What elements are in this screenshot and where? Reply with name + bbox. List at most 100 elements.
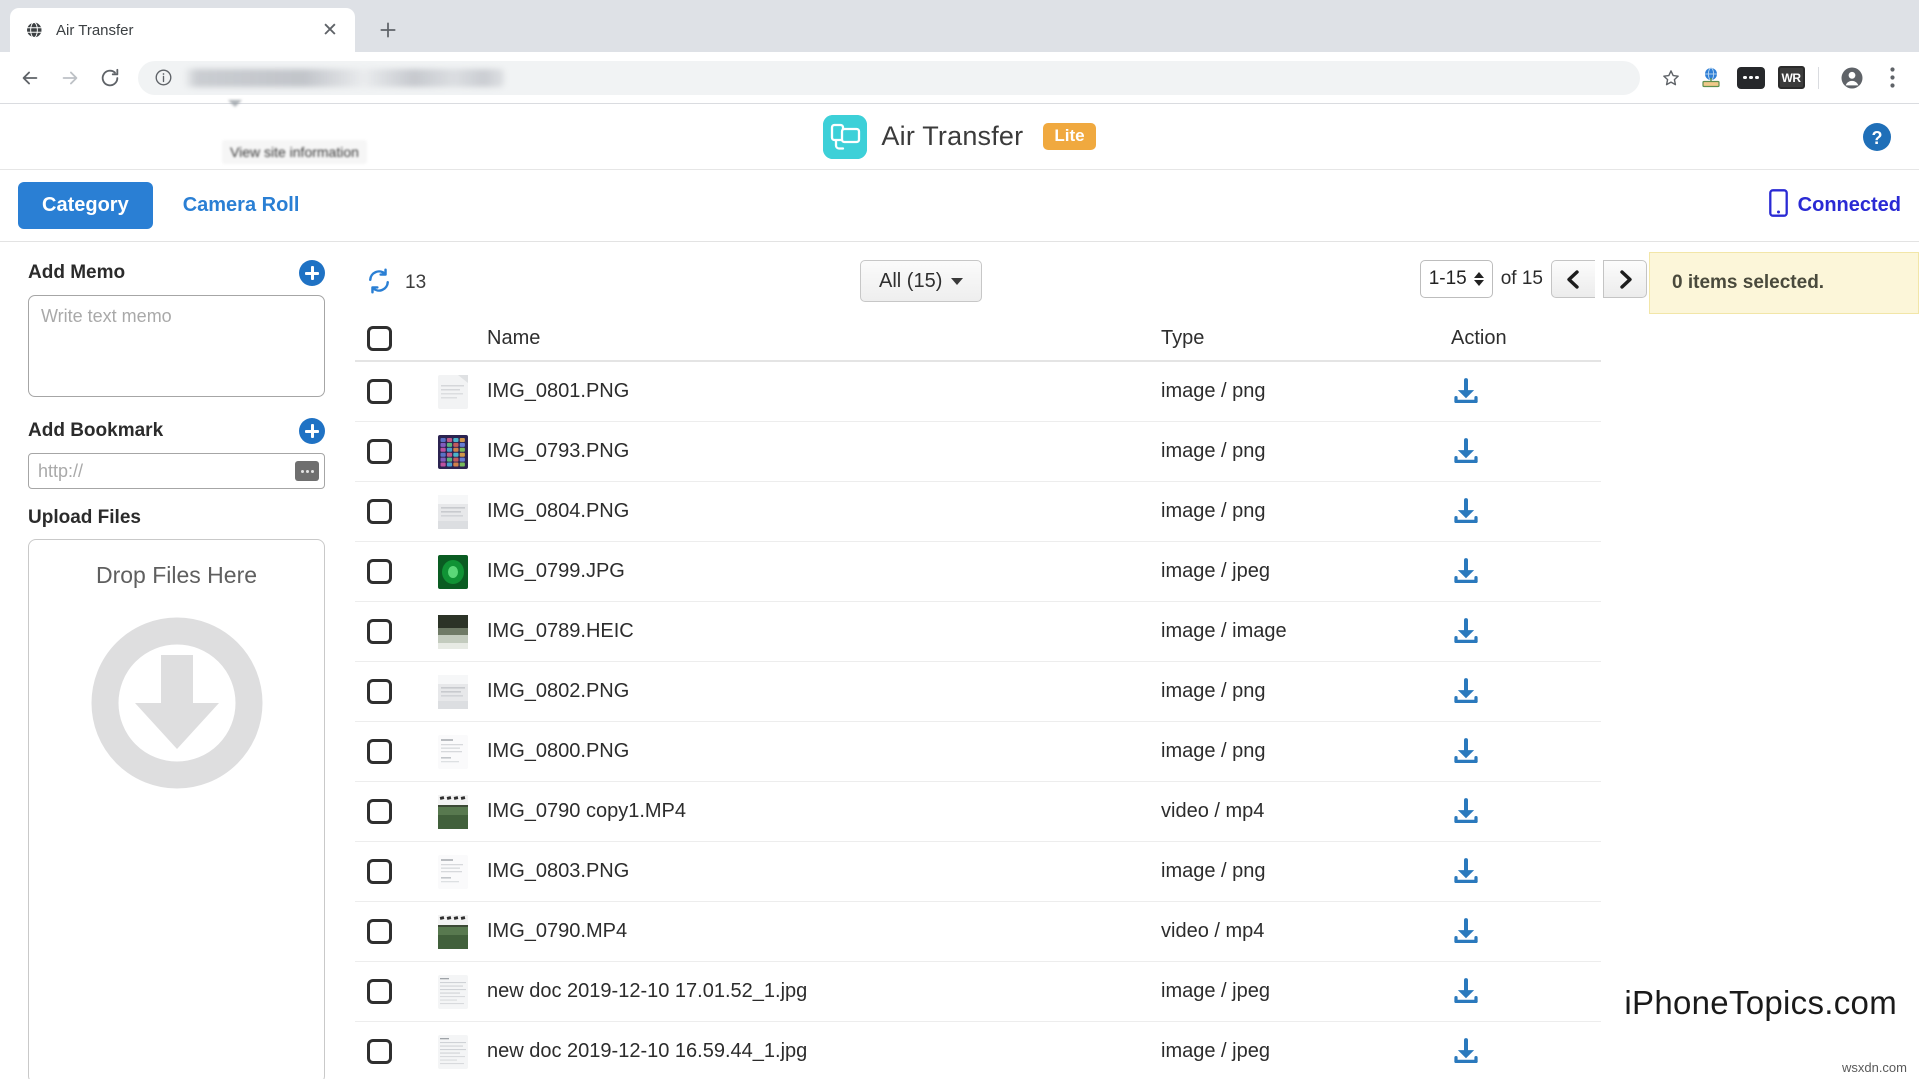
browser-tab[interactable]: Air Transfer ✕ <box>10 8 355 52</box>
add-memo-plus-icon[interactable] <box>299 260 325 286</box>
three-dot-menu-icon[interactable] <box>1875 61 1909 95</box>
download-icon[interactable] <box>1451 617 1601 647</box>
download-icon[interactable] <box>1451 557 1601 587</box>
file-name: IMG_0801.PNG <box>487 380 1161 403</box>
new-tab-button[interactable] <box>371 13 405 47</box>
globe-icon <box>24 20 44 40</box>
row-checkbox[interactable] <box>367 919 392 944</box>
address-bar[interactable] <box>138 61 1640 95</box>
table-row[interactable]: IMG_0790 copy1.MP4 video / mp4 <box>355 782 1601 842</box>
row-select-cell <box>355 799 419 824</box>
table-row[interactable]: IMG_0801.PNG image / png <box>355 362 1601 422</box>
table-row[interactable]: IMG_0803.PNG image / png <box>355 842 1601 902</box>
forward-arrow-icon[interactable] <box>50 58 90 98</box>
file-thumbnail <box>419 615 487 649</box>
air-transfer-logo-icon <box>823 115 867 159</box>
page-range-select[interactable]: 1-15 <box>1420 260 1493 298</box>
table-row[interactable]: new doc 2019-12-10 16.59.44_1.jpg image … <box>355 1022 1601 1079</box>
stepper-icon <box>1474 272 1484 286</box>
wr-extension-label: WR <box>1778 66 1805 89</box>
row-checkbox[interactable] <box>367 979 392 1004</box>
file-name: IMG_0800.PNG <box>487 740 1161 763</box>
file-name: IMG_0790.MP4 <box>487 920 1161 943</box>
row-checkbox[interactable] <box>367 739 392 764</box>
app-title: Air Transfer <box>881 121 1023 152</box>
add-bookmark-plus-icon[interactable] <box>299 418 325 444</box>
row-checkbox[interactable] <box>367 559 392 584</box>
table-row[interactable]: IMG_0800.PNG image / png <box>355 722 1601 782</box>
row-checkbox[interactable] <box>367 679 392 704</box>
refresh-icon[interactable] <box>365 267 393 300</box>
filter-dropdown-label: All (15) <box>879 270 942 293</box>
account-avatar-icon[interactable] <box>1835 61 1869 95</box>
table-row[interactable]: IMG_0804.PNG image / png <box>355 482 1601 542</box>
download-cell <box>1451 917 1601 947</box>
table-row[interactable]: IMG_0790.MP4 video / mp4 <box>355 902 1601 962</box>
blue-extension-icon[interactable] <box>1694 61 1728 95</box>
download-icon[interactable] <box>1451 377 1601 407</box>
connection-label: Connected <box>1798 194 1901 217</box>
row-checkbox[interactable] <box>367 1039 392 1064</box>
drop-files-label: Drop Files Here <box>96 562 257 589</box>
select-all-checkbox[interactable] <box>367 326 392 351</box>
next-page-button[interactable] <box>1603 260 1647 298</box>
add-memo-label: Add Memo <box>28 262 125 284</box>
download-icon[interactable] <box>1451 917 1601 947</box>
file-type: image / png <box>1161 440 1451 463</box>
file-thumbnail <box>419 915 487 949</box>
row-checkbox[interactable] <box>367 439 392 464</box>
file-thumbnail <box>419 1035 487 1069</box>
download-icon[interactable] <box>1451 1037 1601 1067</box>
download-icon[interactable] <box>1451 737 1601 767</box>
download-icon[interactable] <box>1451 677 1601 707</box>
wr-extension-icon[interactable]: WR <box>1774 61 1808 95</box>
reload-icon[interactable] <box>90 58 130 98</box>
download-icon[interactable] <box>1451 437 1601 467</box>
download-icon[interactable] <box>1451 497 1601 527</box>
memo-input[interactable] <box>28 295 325 397</box>
keyboard-icon[interactable] <box>295 461 319 481</box>
row-select-cell <box>355 739 419 764</box>
file-type: image / jpeg <box>1161 1040 1451 1063</box>
add-memo-header: Add Memo <box>28 260 325 286</box>
file-thumbnail <box>419 435 487 469</box>
table-row[interactable]: IMG_0789.HEIC image / image <box>355 602 1601 662</box>
help-icon[interactable]: ? <box>1860 120 1894 154</box>
file-name: IMG_0799.JPG <box>487 560 1161 583</box>
star-icon[interactable] <box>1654 61 1688 95</box>
dots-extension-icon[interactable] <box>1734 61 1768 95</box>
filter-dropdown[interactable]: All (15) <box>860 260 982 302</box>
bookmark-input[interactable] <box>28 453 325 489</box>
row-checkbox[interactable] <box>367 799 392 824</box>
browser-window: Air Transfer ✕ <box>0 0 1919 1079</box>
table-row[interactable]: IMG_0802.PNG image / png <box>355 662 1601 722</box>
row-select-cell <box>355 979 419 1004</box>
download-icon[interactable] <box>1451 977 1601 1007</box>
download-cell <box>1451 977 1601 1007</box>
file-type: image / jpeg <box>1161 980 1451 1003</box>
upload-files-header: Upload Files <box>28 507 325 529</box>
close-icon[interactable]: ✕ <box>319 19 341 41</box>
file-name: IMG_0790 copy1.MP4 <box>487 800 1161 823</box>
download-icon[interactable] <box>1451 797 1601 827</box>
tab-camera-roll[interactable]: Camera Roll <box>183 194 300 217</box>
sidebar: Add Memo Add Bookmark Upload Files Drop … <box>0 260 355 1079</box>
info-circle-icon[interactable] <box>150 65 176 91</box>
table-row[interactable]: new doc 2019-12-10 17.01.52_1.jpg image … <box>355 962 1601 1022</box>
row-checkbox[interactable] <box>367 859 392 884</box>
refresh-group[interactable]: 13 <box>365 267 426 300</box>
row-checkbox[interactable] <box>367 499 392 524</box>
tab-category[interactable]: Category <box>18 182 153 229</box>
download-icon[interactable] <box>1451 857 1601 887</box>
url-text <box>184 69 504 87</box>
file-list-panel: 13 All (15) 1-15 of 15 <box>355 260 1919 1079</box>
table-row[interactable]: IMG_0793.PNG image / png <box>355 422 1601 482</box>
row-checkbox[interactable] <box>367 379 392 404</box>
prev-page-button[interactable] <box>1551 260 1595 298</box>
row-checkbox[interactable] <box>367 619 392 644</box>
app-body: Add Memo Add Bookmark Upload Files Drop … <box>0 242 1919 1079</box>
back-arrow-icon[interactable] <box>10 58 50 98</box>
table-row[interactable]: IMG_0799.JPG image / jpeg <box>355 542 1601 602</box>
row-select-cell <box>355 859 419 884</box>
file-drop-zone[interactable]: Drop Files Here <box>28 539 325 1079</box>
